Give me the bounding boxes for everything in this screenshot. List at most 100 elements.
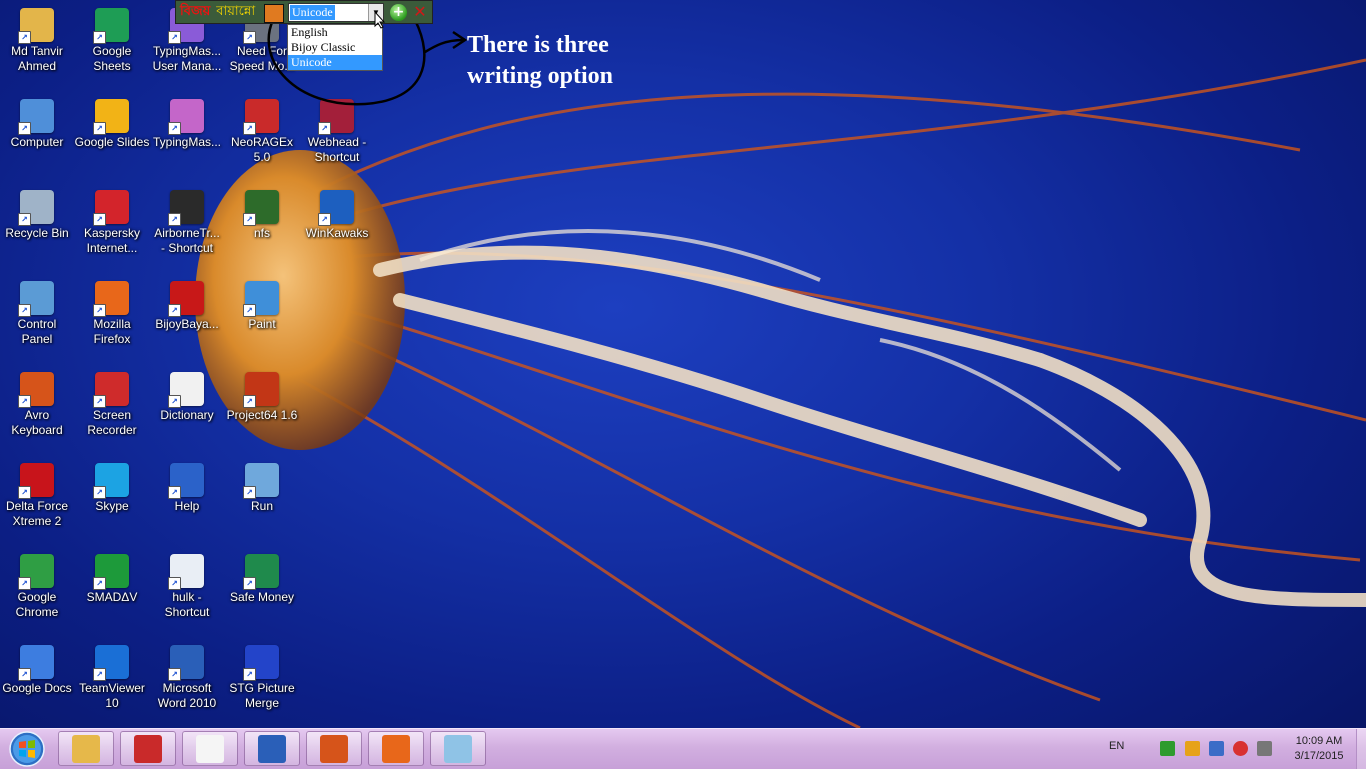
writing-mode-option[interactable]: Bijoy Classic xyxy=(288,40,382,55)
bijoy-toolbar[interactable]: বিজয় বায়ান্নো Unicode ▼ + ✕ xyxy=(175,0,433,24)
desktop-icon[interactable]: ↗ TypingMas... xyxy=(149,93,225,179)
shortcut-arrow-icon: ↗ xyxy=(93,31,106,44)
desktop-icon[interactable]: ↗ Google Slides xyxy=(74,93,150,179)
desktop-icon[interactable]: ↗ Recycle Bin xyxy=(0,184,75,270)
taskbar-button[interactable] xyxy=(368,731,424,766)
desktop-icon[interactable]: ↗ Screen Recorder xyxy=(74,366,150,452)
desktop-icon[interactable]: ↗ Help xyxy=(149,457,225,543)
start-button[interactable] xyxy=(4,730,50,768)
desktop-icon[interactable]: ↗ WinKawaks xyxy=(299,184,375,270)
desktop-icon[interactable]: ↗ AirborneTr... - Shortcut xyxy=(149,184,225,270)
plus-icon[interactable]: + xyxy=(390,4,407,21)
desktop-icon[interactable]: ↗ Webhead - Shortcut xyxy=(299,93,375,179)
teamviewer-icon: ↗ xyxy=(93,645,129,681)
firefox-icon: ↗ xyxy=(93,281,129,317)
desktop-icon[interactable]: ↗ Dictionary xyxy=(149,366,225,452)
keyboard-layout-icon[interactable] xyxy=(264,4,284,23)
action-center-icon[interactable] xyxy=(1209,741,1224,756)
taskbar-button[interactable] xyxy=(244,731,300,766)
taskbar-button[interactable] xyxy=(58,731,114,766)
system-clock[interactable]: 10:09 AM 3/17/2015 xyxy=(1284,734,1354,764)
desktop-icon[interactable]: ↗ Project64 1.6 xyxy=(224,366,300,452)
desktop-icon-label: Delta Force Xtreme 2 xyxy=(5,499,69,528)
writing-mode-value: Unicode xyxy=(290,5,335,20)
desktop-icon[interactable]: ↗ Google Sheets xyxy=(74,2,150,88)
desktop-icon-label: Webhead - Shortcut xyxy=(307,135,367,164)
avro-tray-icon[interactable] xyxy=(1185,741,1200,756)
shortcut-arrow-icon: ↗ xyxy=(93,213,106,226)
shortcut-arrow-icon: ↗ xyxy=(18,213,31,226)
shortcut-arrow-icon: ↗ xyxy=(93,304,106,317)
desktop-icon[interactable]: ↗ Google Docs xyxy=(0,639,75,725)
desktop-icon[interactable]: ↗ NeoRAGEx 5.0 xyxy=(224,93,300,179)
desktop-icon[interactable]: ↗ SMADΔV xyxy=(74,548,150,634)
show-desktop-button[interactable] xyxy=(1356,729,1366,769)
neoragex-icon: ↗ xyxy=(243,99,279,135)
skype-icon: ↗ xyxy=(93,463,129,499)
desktop-icon[interactable]: ↗ Control Panel xyxy=(0,275,75,361)
desktop-icon-label: Screen Recorder xyxy=(87,408,137,437)
stg-picture-merge-icon: ↗ xyxy=(243,645,279,681)
shortcut-arrow-icon: ↗ xyxy=(318,122,331,135)
google-slides-icon: ↗ xyxy=(93,99,129,135)
close-icon[interactable]: ✕ xyxy=(412,3,428,21)
desktop-icon[interactable]: ↗ hulk - Shortcut xyxy=(149,548,225,634)
writing-mode-option[interactable]: English xyxy=(288,25,382,40)
paint-icon: ↗ xyxy=(243,281,279,317)
file-icon: ↗ xyxy=(168,554,204,590)
shortcut-arrow-icon: ↗ xyxy=(168,304,181,317)
desktop-icon[interactable]: ↗ Paint xyxy=(224,275,300,361)
writing-mode-select[interactable]: Unicode ▼ xyxy=(288,3,384,22)
desktop-icon-label: Control Panel xyxy=(17,317,57,346)
desktop-icon[interactable]: ↗ Mozilla Firefox xyxy=(74,275,150,361)
smadav-icon: ↗ xyxy=(93,554,129,590)
desktop-icon[interactable]: ↗ Microsoft Word 2010 xyxy=(149,639,225,725)
shortcut-arrow-icon: ↗ xyxy=(318,213,331,226)
desktop-icon-label: Project64 1.6 xyxy=(226,408,298,422)
taskbar-button[interactable] xyxy=(182,731,238,766)
google-docs-icon: ↗ xyxy=(18,645,54,681)
desktop-icon[interactable]: ↗ Safe Money xyxy=(224,548,300,634)
desktop-icon[interactable]: ↗ Md Tanvir Ahmed xyxy=(0,2,75,88)
shortcut-arrow-icon: ↗ xyxy=(243,668,256,681)
desktop-icon-label: Google Slides xyxy=(74,135,150,149)
writing-mode-dropdown-list: English Bijoy Classic Unicode xyxy=(287,24,383,71)
dictionary-icon: ↗ xyxy=(168,372,204,408)
desktop-icon[interactable]: ↗ Avro Keyboard xyxy=(0,366,75,452)
nfs-icon: ↗ xyxy=(243,190,279,226)
desktop-icon-label: Google Chrome xyxy=(15,590,59,619)
taskbar-button[interactable] xyxy=(306,731,362,766)
desktop-icon[interactable]: ↗ Google Chrome xyxy=(0,548,75,634)
desktop-icon-label: SMADΔV xyxy=(86,590,138,604)
desktop-icon[interactable]: ↗ Delta Force Xtreme 2 xyxy=(0,457,75,543)
volume-icon[interactable] xyxy=(1257,741,1272,756)
desktop-icon-label: Mozilla Firefox xyxy=(93,317,131,346)
safe-money-icon: ↗ xyxy=(243,554,279,590)
desktop-icon-label: WinKawaks xyxy=(305,226,369,240)
folder-icon: ↗ xyxy=(18,8,54,44)
shortcut-arrow-icon: ↗ xyxy=(243,31,256,44)
desktop-icon[interactable]: ↗ TeamViewer 10 xyxy=(74,639,150,725)
network-status-icon[interactable] xyxy=(1160,741,1175,756)
desktop-icon[interactable]: ↗ Computer xyxy=(0,93,75,179)
recorder-tray-icon[interactable] xyxy=(1233,741,1248,756)
desktop-icon[interactable]: ↗ BijoyBaya... xyxy=(149,275,225,361)
desktop-icon-label: NeoRAGEx 5.0 xyxy=(230,135,294,164)
desktop-icon-label: TeamViewer 10 xyxy=(79,681,145,710)
desktop-icon[interactable]: ↗ STG Picture Merge xyxy=(224,639,300,725)
help-icon: ↗ xyxy=(168,463,204,499)
taskbar-button[interactable] xyxy=(430,731,486,766)
desktop-icon[interactable]: ↗ Kaspersky Internet... xyxy=(74,184,150,270)
desktop-icon[interactable]: ↗ Skype xyxy=(74,457,150,543)
shortcut-arrow-icon: ↗ xyxy=(168,486,181,499)
language-indicator[interactable]: EN xyxy=(1109,740,1124,752)
writing-mode-option[interactable]: Unicode xyxy=(288,55,382,70)
desktop-icon[interactable]: ↗ nfs xyxy=(224,184,300,270)
desktop-icon-label: Google Sheets xyxy=(92,44,132,73)
desktop-icon-label: hulk - Shortcut xyxy=(164,590,210,619)
word-icon xyxy=(258,734,286,763)
desktop-icon[interactable]: ↗ Run xyxy=(224,457,300,543)
taskbar-button[interactable] xyxy=(120,731,176,766)
shortcut-arrow-icon: ↗ xyxy=(243,577,256,590)
shortcut-arrow-icon: ↗ xyxy=(18,395,31,408)
